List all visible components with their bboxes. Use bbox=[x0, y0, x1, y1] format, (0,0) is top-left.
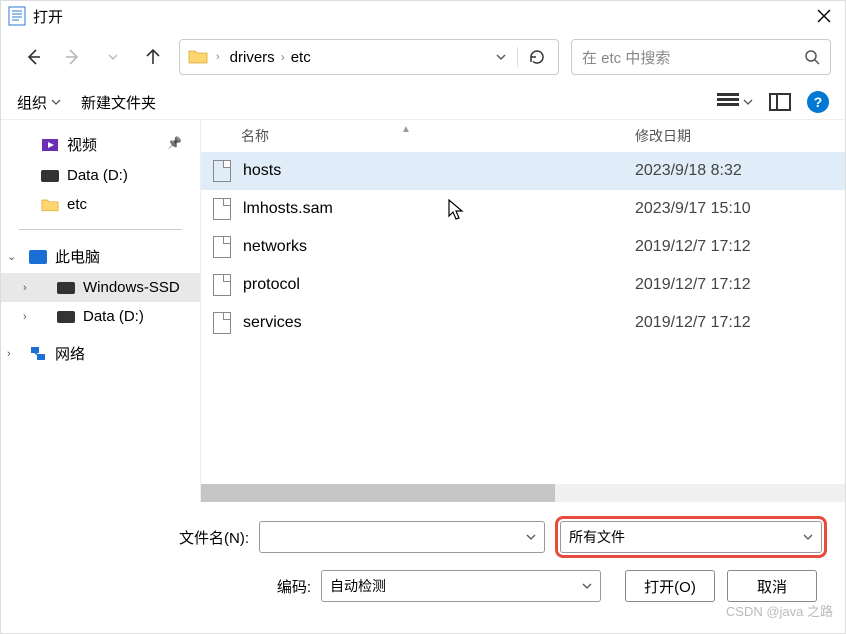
list-icon bbox=[717, 93, 739, 111]
file-icon bbox=[213, 236, 237, 258]
file-icon bbox=[213, 274, 237, 296]
app-icon bbox=[7, 6, 27, 26]
chevron-right-icon: › bbox=[216, 51, 220, 63]
open-button[interactable]: 打开(O) bbox=[625, 570, 715, 602]
column-header-name[interactable]: 名称 ▲ bbox=[201, 126, 635, 146]
organize-button[interactable]: 组织 bbox=[17, 92, 61, 113]
sidebar-item-data-d-2[interactable]: › Data (D:) bbox=[1, 302, 200, 331]
chevron-right-icon: › bbox=[281, 50, 285, 64]
up-button[interactable] bbox=[139, 43, 167, 71]
search-icon bbox=[804, 49, 820, 65]
drive-icon bbox=[57, 282, 75, 294]
breadcrumb-bar[interactable]: › drivers › etc bbox=[179, 39, 559, 75]
search-placeholder: 在 etc 中搜索 bbox=[582, 47, 804, 68]
file-row[interactable]: networks 2019/12/7 17:12 bbox=[201, 228, 845, 266]
filename-input[interactable] bbox=[259, 521, 545, 553]
chevron-down-icon bbox=[743, 97, 753, 107]
help-button[interactable]: ? bbox=[807, 91, 829, 113]
column-header-date[interactable]: 修改日期 bbox=[635, 126, 845, 146]
path-dropdown[interactable] bbox=[495, 51, 507, 63]
chevron-down-icon bbox=[51, 97, 61, 107]
chevron-down-icon bbox=[526, 532, 536, 542]
filename-label: 文件名(N): bbox=[19, 527, 249, 548]
encoding-label: 编码: bbox=[19, 576, 311, 597]
drive-icon bbox=[57, 311, 75, 323]
recent-dropdown[interactable] bbox=[99, 43, 127, 71]
file-icon bbox=[213, 160, 237, 182]
folder-icon bbox=[188, 48, 206, 66]
refresh-button[interactable] bbox=[528, 48, 550, 66]
filetype-select[interactable]: 所有文件 bbox=[560, 521, 822, 553]
sidebar-item-data-d[interactable]: Data (D:) bbox=[1, 161, 200, 190]
file-icon bbox=[213, 198, 237, 220]
watermark: CSDN @java 之路 bbox=[726, 601, 833, 620]
forward-button[interactable] bbox=[59, 43, 87, 71]
sidebar: 视频 Data (D:) etc ⌄ 此电脑 › Windows-SSD › D… bbox=[1, 120, 201, 502]
chevron-right-icon: › bbox=[23, 311, 27, 323]
file-row[interactable]: protocol 2019/12/7 17:12 bbox=[201, 266, 845, 304]
divider bbox=[19, 229, 182, 230]
video-icon bbox=[41, 136, 59, 154]
chevron-right-icon: › bbox=[23, 282, 27, 294]
chevron-down-icon: ⌄ bbox=[7, 250, 16, 263]
close-button[interactable] bbox=[809, 1, 839, 31]
preview-pane-button[interactable] bbox=[769, 93, 791, 111]
breadcrumb-item[interactable]: etc bbox=[291, 49, 311, 66]
scrollbar-thumb[interactable] bbox=[201, 484, 555, 502]
pc-icon bbox=[29, 250, 47, 264]
cancel-button[interactable]: 取消 bbox=[727, 570, 817, 602]
encoding-select[interactable]: 自动检测 bbox=[321, 570, 601, 602]
file-icon bbox=[213, 312, 237, 334]
sidebar-item-windows-ssd[interactable]: › Windows-SSD bbox=[1, 273, 200, 302]
network-icon bbox=[29, 346, 47, 362]
sidebar-item-videos[interactable]: 视频 bbox=[1, 128, 200, 161]
file-row[interactable]: hosts 2023/9/18 8:32 bbox=[201, 152, 845, 190]
chevron-right-icon: › bbox=[7, 348, 11, 360]
sort-asc-icon: ▲ bbox=[401, 124, 411, 135]
window-title: 打开 bbox=[33, 6, 63, 27]
chevron-down-icon bbox=[803, 532, 813, 542]
folder-icon bbox=[41, 197, 59, 212]
search-input[interactable]: 在 etc 中搜索 bbox=[571, 39, 831, 75]
new-folder-button[interactable]: 新建文件夹 bbox=[81, 92, 156, 113]
drive-icon bbox=[41, 170, 59, 182]
file-row[interactable]: services 2019/12/7 17:12 bbox=[201, 304, 845, 342]
view-mode-button[interactable] bbox=[717, 93, 753, 111]
chevron-down-icon bbox=[582, 581, 592, 591]
horizontal-scrollbar[interactable] bbox=[201, 484, 845, 502]
back-button[interactable] bbox=[19, 43, 47, 71]
sidebar-item-this-pc[interactable]: ⌄ 此电脑 bbox=[1, 240, 200, 273]
sidebar-item-etc[interactable]: etc bbox=[1, 190, 200, 219]
file-row[interactable]: lmhosts.sam 2023/9/17 15:10 bbox=[201, 190, 845, 228]
breadcrumb-item[interactable]: drivers bbox=[230, 49, 275, 66]
preview-pane-icon bbox=[769, 93, 791, 111]
filetype-highlight: 所有文件 bbox=[555, 516, 827, 558]
sidebar-item-network[interactable]: › 网络 bbox=[1, 337, 200, 370]
